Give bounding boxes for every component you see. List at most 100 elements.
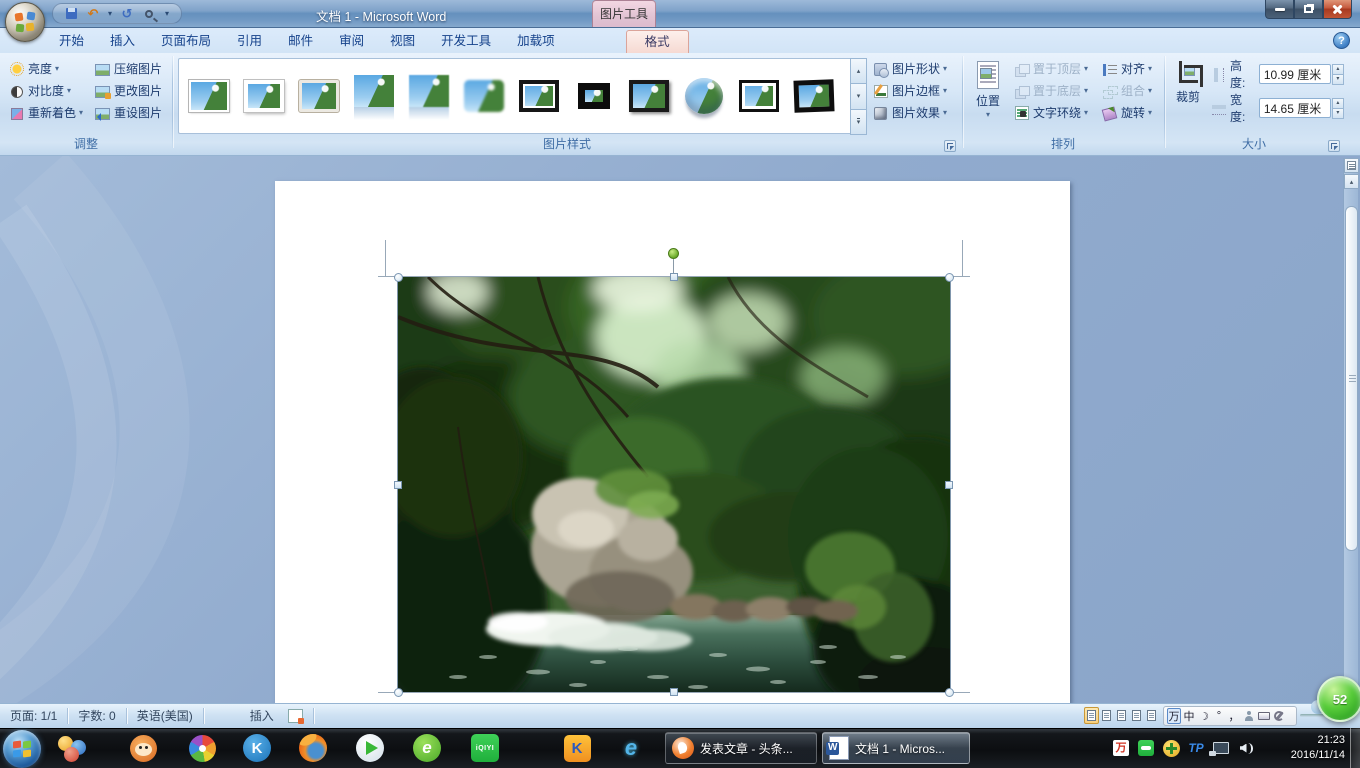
ime-input-method-button[interactable]: 万 xyxy=(1167,708,1181,724)
taskbar-icon-video-player[interactable] xyxy=(355,733,385,763)
outline-view-button[interactable] xyxy=(1129,707,1144,724)
show-desktop-button[interactable] xyxy=(1350,728,1360,768)
resize-handle-bottom-right[interactable] xyxy=(945,688,954,697)
undo-button[interactable]: ↶ xyxy=(83,5,103,22)
picture-border-button[interactable]: 图片边框▾ xyxy=(870,80,950,101)
tray-volume-button[interactable] xyxy=(1237,739,1255,757)
picture-style-option-1[interactable] xyxy=(183,62,234,130)
resize-handle-right[interactable] xyxy=(945,481,953,489)
taskbar-icon-green-browser[interactable]: e xyxy=(412,733,442,763)
start-button[interactable] xyxy=(3,730,41,768)
close-button[interactable] xyxy=(1323,0,1352,19)
picture-effects-button[interactable]: 图片效果▾ xyxy=(870,102,950,123)
macro-record-icon[interactable] xyxy=(288,709,303,723)
ime-soft-keyboard-button[interactable] xyxy=(1257,708,1271,724)
tray-iqiyi-button[interactable] xyxy=(1137,739,1155,757)
taskbar-icon-monkey-app[interactable] xyxy=(128,733,158,763)
contrast-button[interactable]: 对比度▾ xyxy=(6,80,74,101)
page-indicator[interactable]: 页面: 1/1 xyxy=(0,708,67,725)
reset-picture-button[interactable]: 重设图片 xyxy=(92,102,165,123)
inserted-picture[interactable] xyxy=(398,277,950,692)
picture-style-option-10[interactable] xyxy=(678,62,729,130)
scrollbar-thumb[interactable] xyxy=(1345,206,1358,551)
tab-mailings[interactable]: 邮件 xyxy=(275,30,326,53)
gallery-more-button[interactable]: ▾ xyxy=(850,109,867,135)
qat-customize-button[interactable]: ▾ xyxy=(161,5,173,22)
scroll-up-button[interactable]: ▴ xyxy=(1344,174,1359,189)
height-input[interactable] xyxy=(1259,64,1331,84)
resize-handle-left[interactable] xyxy=(394,481,402,489)
picture-style-option-11[interactable] xyxy=(733,62,784,130)
width-spinner[interactable]: ▴▾ xyxy=(1332,98,1344,118)
resize-handle-top-left[interactable] xyxy=(394,273,403,282)
picture-style-option-6[interactable] xyxy=(458,62,509,130)
tab-format-active[interactable]: 格式 xyxy=(626,30,689,53)
gallery-scroll-up-button[interactable]: ▴ xyxy=(850,58,867,84)
word-count[interactable]: 字数: 0 xyxy=(68,708,125,725)
tray-tp-button[interactable]: TP xyxy=(1187,739,1205,757)
vertical-scrollbar[interactable]: ▴ ▾ xyxy=(1343,158,1358,703)
rotate-button[interactable]: 旋转▾ xyxy=(1100,102,1155,123)
fullscreen-reading-view-button[interactable] xyxy=(1099,707,1114,724)
tab-add-ins[interactable]: 加载项 xyxy=(504,30,568,53)
tab-references[interactable]: 引用 xyxy=(224,30,275,53)
taskbar-icon-pinwheel-browser[interactable] xyxy=(187,733,217,763)
picture-style-option-9[interactable] xyxy=(623,62,674,130)
picture-style-option-7[interactable] xyxy=(513,62,564,130)
position-button[interactable]: 位置 ▾ xyxy=(970,57,1006,131)
picture-style-option-4[interactable] xyxy=(348,62,399,130)
picture-style-option-3[interactable] xyxy=(293,62,344,130)
taskbar-icon-firefox[interactable] xyxy=(298,733,328,763)
tab-insert[interactable]: 插入 xyxy=(97,30,148,53)
floating-speed-ball[interactable]: 52 xyxy=(1317,676,1360,722)
gallery-scroll-down-button[interactable]: ▾ xyxy=(850,83,867,109)
language-indicator[interactable]: 英语(美国) xyxy=(127,708,203,725)
size-dialog-launcher[interactable] xyxy=(1328,140,1340,152)
resize-handle-top-right[interactable] xyxy=(945,273,954,282)
resize-handle-bottom[interactable] xyxy=(670,688,678,696)
tab-review[interactable]: 审阅 xyxy=(326,30,377,53)
change-picture-button[interactable]: 更改图片 xyxy=(92,80,165,101)
picture-style-option-2[interactable] xyxy=(238,62,289,130)
insert-mode-indicator[interactable]: 插入 xyxy=(240,708,284,725)
text-wrapping-button[interactable]: 文字环绕▾ xyxy=(1012,102,1091,123)
redo-button[interactable]: ↺ xyxy=(117,5,137,22)
ime-punctuation-degree[interactable]: ° xyxy=(1212,708,1226,724)
resize-handle-top[interactable] xyxy=(670,273,678,281)
taskbar-icon-kugou[interactable]: K xyxy=(562,733,592,763)
align-button[interactable]: 对齐▾ xyxy=(1100,58,1155,79)
crop-button[interactable]: 裁剪 xyxy=(1170,57,1206,131)
ime-halfwidth-icon[interactable]: ☽ xyxy=(1197,708,1211,724)
taskbar-icon-iqiyi[interactable]: iQIYI xyxy=(470,733,500,763)
taskbar-window-browser[interactable]: 发表文章 - 头条... xyxy=(665,732,817,764)
tab-developer[interactable]: 开发工具 xyxy=(428,30,504,53)
ime-tools-button[interactable] xyxy=(1272,708,1286,724)
draft-view-button[interactable] xyxy=(1144,707,1159,724)
picture-style-option-5[interactable] xyxy=(403,62,454,130)
tray-antivirus-button[interactable] xyxy=(1162,739,1180,757)
brightness-button[interactable]: 亮度▾ xyxy=(6,58,62,79)
print-preview-button[interactable] xyxy=(139,5,159,22)
save-button[interactable] xyxy=(61,5,81,22)
taskbar-window-word-active[interactable]: 文档 1 - Micros... xyxy=(822,732,970,764)
minimize-button[interactable] xyxy=(1265,0,1294,19)
height-spinner[interactable]: ▴▾ xyxy=(1332,64,1344,84)
ime-chinese-mode-button[interactable]: 中 xyxy=(1182,708,1196,724)
taskbar-icon-internet-explorer[interactable]: e xyxy=(616,733,646,763)
ruler-toggle-button[interactable] xyxy=(1344,158,1359,173)
picture-style-option-8[interactable] xyxy=(568,62,619,130)
width-input[interactable] xyxy=(1259,98,1331,118)
tray-network-button[interactable] xyxy=(1212,739,1230,757)
picture-styles-dialog-launcher[interactable] xyxy=(944,140,956,152)
tab-view[interactable]: 视图 xyxy=(377,30,428,53)
ime-punctuation-comma[interactable]: ， xyxy=(1227,708,1241,724)
print-layout-view-button[interactable] xyxy=(1084,707,1099,724)
tray-clock[interactable]: 21:23 2016/11/14 xyxy=(1281,733,1345,763)
taskbar-icon-k-player[interactable]: K xyxy=(242,733,272,763)
compress-picture-button[interactable]: 压缩图片 xyxy=(92,58,165,79)
help-button[interactable]: ? xyxy=(1333,32,1350,49)
picture-style-option-12[interactable] xyxy=(788,62,839,130)
web-layout-view-button[interactable] xyxy=(1114,707,1129,724)
taskbar-icon-security-suite[interactable] xyxy=(57,733,87,763)
tab-home[interactable]: 开始 xyxy=(46,30,97,53)
